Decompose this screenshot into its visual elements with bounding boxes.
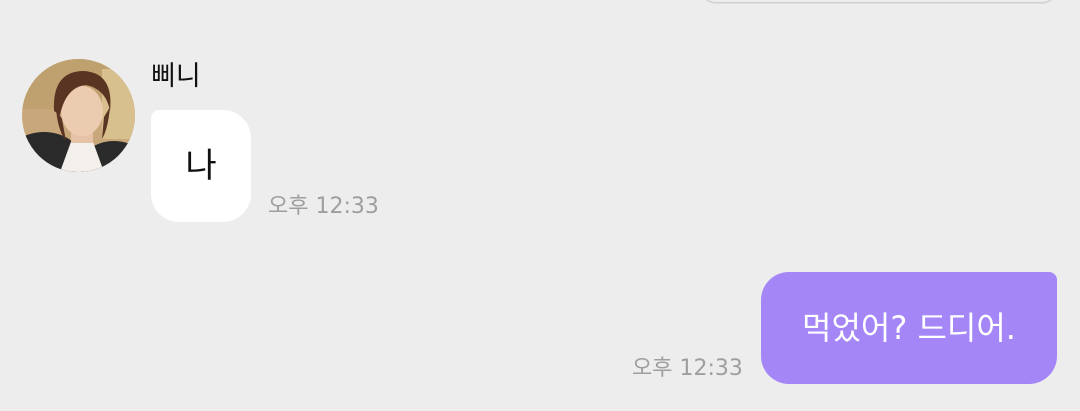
avatar-photo (22, 59, 135, 172)
sender-name: 삐니 (151, 61, 201, 92)
outgoing-message-text: 먹었어? 드디어. (802, 309, 1016, 347)
incoming-message-bubble[interactable]: 나 (151, 110, 251, 222)
outgoing-message-bubble[interactable]: 먹었어? 드디어. (761, 272, 1057, 384)
outgoing-message-timestamp: 오후 12:33 (632, 356, 743, 381)
previous-message-bubble-edge (700, 0, 1058, 2)
incoming-message-timestamp: 오후 12:33 (268, 194, 379, 219)
incoming-message-text: 나 (185, 146, 217, 186)
avatar[interactable] (22, 59, 135, 172)
